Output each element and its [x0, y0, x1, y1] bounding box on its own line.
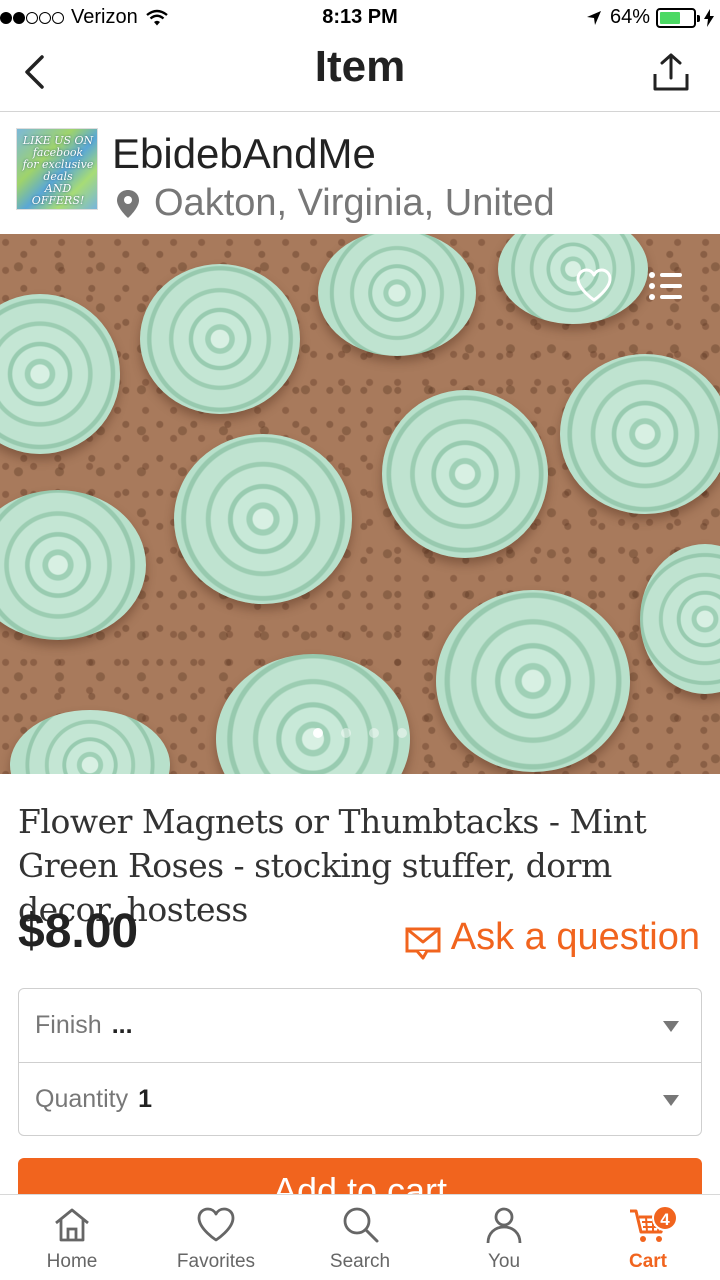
- message-icon: [405, 927, 441, 960]
- item-price: $8.00: [18, 905, 139, 958]
- share-icon: [653, 53, 689, 91]
- pager-dot[interactable]: [341, 728, 351, 738]
- location-pin-icon: [117, 189, 139, 218]
- cart-count-badge: 4: [652, 1205, 678, 1231]
- tab-label: Home: [46, 1251, 98, 1272]
- product-image-rose: [140, 264, 300, 414]
- tab-you[interactable]: You: [432, 1195, 576, 1280]
- tab-label: Favorites: [176, 1251, 256, 1272]
- finish-label: Finish: [35, 1011, 102, 1039]
- shop-info[interactable]: LIKE US ON facebook for exclusive deals AN…: [0, 112, 720, 234]
- product-image-carousel[interactable]: [0, 234, 720, 774]
- tab-label: Search: [329, 1251, 391, 1272]
- status-right: 64%: [586, 6, 714, 29]
- status-bar: Verizon 8:13 PM 64%: [0, 0, 720, 36]
- shop-avatar[interactable]: LIKE US ON facebook for exclusive deals AN…: [16, 128, 98, 210]
- shop-location: Oakton, Virginia, United: [116, 182, 555, 225]
- finish-select[interactable]: Finish ...: [19, 989, 701, 1062]
- product-image-rose: [640, 544, 720, 694]
- pager-dot[interactable]: [369, 728, 379, 738]
- search-icon: [343, 1207, 379, 1243]
- location-arrow-icon: [586, 10, 601, 25]
- product-image-rose: [0, 294, 120, 454]
- user-icon: [486, 1207, 522, 1244]
- quantity-select[interactable]: Quantity 1: [19, 1062, 701, 1135]
- product-image-rose: [216, 654, 410, 774]
- pager-dot[interactable]: [313, 728, 323, 738]
- tab-label: You: [487, 1251, 521, 1272]
- tab-home[interactable]: Home: [0, 1195, 144, 1280]
- home-icon: [55, 1208, 89, 1242]
- caret-down-icon: [663, 1021, 679, 1032]
- quantity-value: 1: [138, 1084, 153, 1113]
- favorite-heart-icon[interactable]: [574, 266, 614, 306]
- share-button[interactable]: [650, 50, 692, 94]
- battery-fill: [660, 11, 681, 24]
- variation-selectors: Finish ... Quantity 1: [18, 988, 702, 1136]
- ask-question-link[interactable]: Ask a question: [405, 914, 700, 960]
- pager-dot[interactable]: [397, 728, 407, 738]
- charging-bolt-icon: [704, 8, 714, 27]
- heart-icon: [197, 1207, 235, 1242]
- add-to-list-icon[interactable]: [648, 270, 684, 302]
- product-image-rose: [560, 354, 720, 514]
- product-image-rose: [0, 490, 146, 640]
- tab-label: Cart: [628, 1251, 667, 1272]
- product-image-rose: [498, 234, 648, 324]
- product-image-rose: [10, 710, 170, 774]
- product-image-rose: [436, 590, 630, 772]
- battery-icon: [656, 7, 700, 28]
- tab-cart[interactable]: 4 Cart: [576, 1195, 720, 1280]
- ask-question-label[interactable]: Ask a question: [451, 916, 700, 959]
- product-image-rose: [174, 434, 352, 604]
- tab-favorites[interactable]: Favorites: [144, 1195, 288, 1280]
- carousel-pager[interactable]: [0, 728, 720, 738]
- navigation-header: Item: [0, 36, 720, 112]
- finish-value: ...: [111, 1011, 133, 1039]
- battery-percent: 64%: [609, 6, 650, 28]
- quantity-label: Quantity: [35, 1084, 129, 1113]
- tab-bar: Home Favorites Search You 4 Cart: [0, 1194, 720, 1280]
- product-image-rose: [382, 390, 548, 558]
- shop-name[interactable]: EbidebAndMe: [112, 130, 376, 178]
- product-image-rose: [318, 234, 476, 356]
- tab-search[interactable]: Search: [288, 1195, 432, 1280]
- shop-avatar-text: LIKE US ON facebook for exclusive deals AN…: [22, 134, 94, 207]
- shop-location-text: Oakton, Virginia, United: [154, 182, 555, 224]
- caret-down-icon: [663, 1095, 679, 1106]
- page-title: Item: [314, 42, 406, 91]
